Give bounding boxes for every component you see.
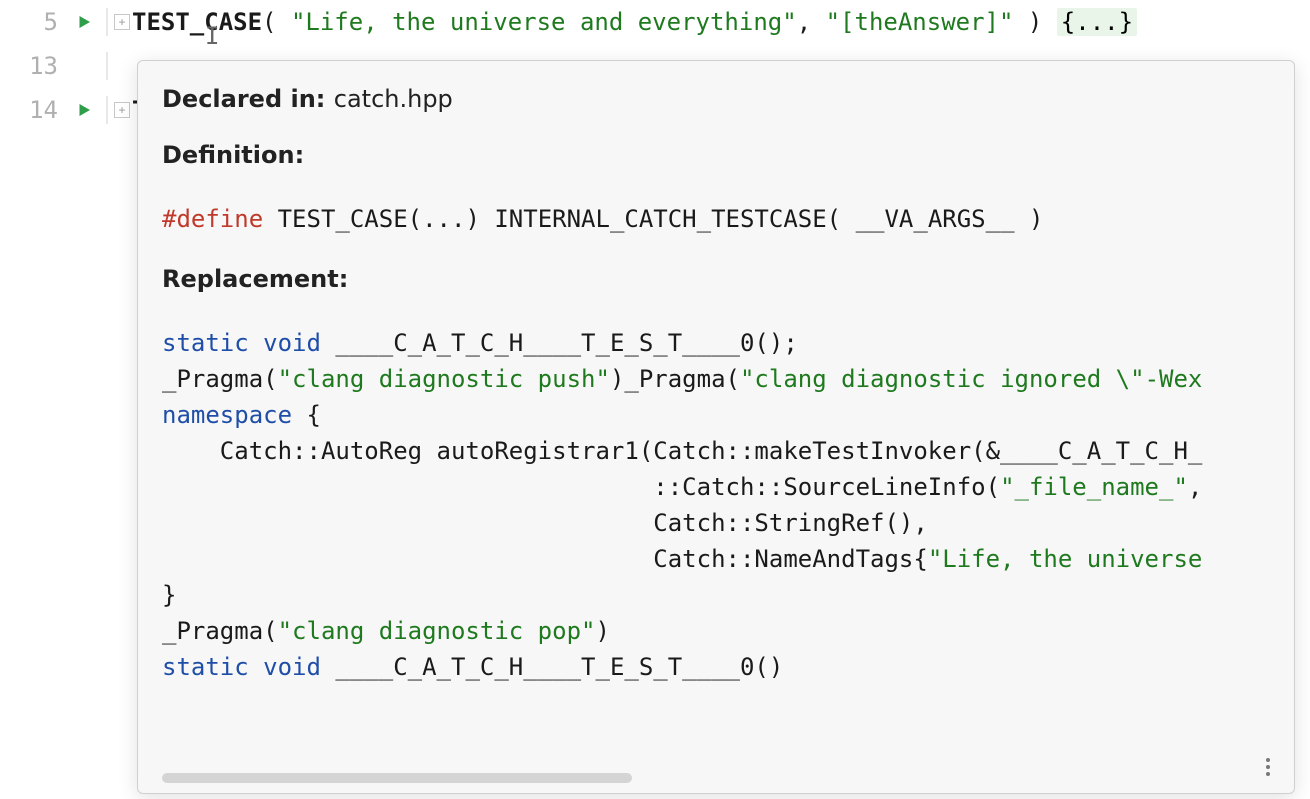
token-plain: ____C_A_T_C_H____T_E_S_T____0()	[321, 653, 783, 681]
token-brace: {...}	[1057, 8, 1137, 36]
line-number: 14	[18, 96, 58, 124]
token-plain: )	[1013, 8, 1056, 36]
quick-doc-tooltip: Declared in: catch.hpp Definition: #defi…	[137, 60, 1295, 794]
token-type: namespace	[162, 401, 292, 429]
token-plain: _Pragma(	[162, 365, 278, 393]
replacement-label: Replacement:	[162, 265, 348, 293]
code-row: Catch::AutoReg autoRegistrar1(Catch::mak…	[162, 433, 1270, 469]
code-row: static void ____C_A_T_C_H____T_E_S_T____…	[162, 325, 1270, 361]
line-number: 13	[18, 52, 58, 80]
token-plain: ,	[797, 8, 826, 36]
token-string: "[theAnswer]"	[826, 8, 1014, 36]
code-row: Catch::StringRef(),	[162, 505, 1270, 541]
run-icon[interactable]	[66, 101, 102, 119]
token-str: "clang diagnostic push"	[278, 365, 610, 393]
token-plain: }	[162, 581, 176, 609]
token-type: static void	[162, 653, 321, 681]
token-plain: ::Catch::SourceLineInfo(	[162, 473, 1000, 501]
token-pre: #define	[162, 205, 263, 233]
fold-expand-icon[interactable]: +	[114, 102, 130, 118]
gutter: 5	[0, 8, 108, 36]
run-icon[interactable]	[66, 13, 102, 31]
code-content[interactable]: +TEST_CASE( "Life, the universe and ever…	[108, 8, 1137, 36]
definition-label: Definition:	[162, 141, 304, 169]
token-plain: )	[595, 617, 609, 645]
token-type: static void	[162, 329, 321, 357]
code-row: ::Catch::SourceLineInfo("_file_name_",	[162, 469, 1270, 505]
token-plain: )_Pragma(	[610, 365, 740, 393]
token-plain: ,	[1188, 473, 1202, 501]
token-str: "_file_name_"	[1000, 473, 1188, 501]
token-plain: Catch::NameAndTags{	[162, 545, 928, 573]
fold-expand-icon[interactable]: +	[114, 14, 130, 30]
token-plain: {	[292, 401, 321, 429]
code-row: _Pragma("clang diagnostic pop")	[162, 613, 1270, 649]
code-row: Catch::NameAndTags{"Life, the universe	[162, 541, 1270, 577]
token-plain: (	[262, 8, 291, 36]
code-line[interactable]: 5 +TEST_CASE( "Life, the universe and eve…	[0, 0, 1310, 44]
code-editor[interactable]: 5+TEST_CASE( "Life, the universe and eve…	[0, 0, 1310, 799]
token-plain: Catch::StringRef(),	[162, 509, 928, 537]
token-plain: _Pragma(	[162, 617, 278, 645]
token-macro: TEST_CASE	[132, 8, 262, 36]
horizontal-scrollbar[interactable]	[162, 773, 632, 783]
token-str: "clang diagnostic pop"	[278, 617, 596, 645]
token-plain: TEST_CASE(...) INTERNAL_CATCH_TESTCASE( …	[263, 205, 1043, 233]
replacement-code: static void ____C_A_T_C_H____T_E_S_T____…	[162, 325, 1270, 685]
code-row: }	[162, 577, 1270, 613]
code-row: _Pragma("clang diagnostic push")_Pragma(…	[162, 361, 1270, 397]
more-menu-icon[interactable]	[1256, 755, 1280, 779]
gutter: 13	[0, 52, 108, 80]
token-string: "Life, the universe and everything"	[291, 8, 797, 36]
code-row: namespace {	[162, 397, 1270, 433]
definition-code: #define TEST_CASE(...) INTERNAL_CATCH_TE…	[162, 201, 1270, 237]
line-number: 5	[18, 8, 58, 36]
token-str: "Life, the universe	[928, 545, 1203, 573]
token-plain: ____C_A_T_C_H____T_E_S_T____0();	[321, 329, 798, 357]
token-str: "clang diagnostic ignored \"-Wex	[740, 365, 1202, 393]
declared-in-label: Declared in:	[162, 85, 334, 113]
gutter: 14	[0, 96, 108, 124]
token-plain: Catch::AutoReg autoRegistrar1(Catch::mak…	[162, 437, 1202, 465]
declared-in-value: catch.hpp	[334, 85, 453, 113]
code-row: static void ____C_A_T_C_H____T_E_S_T____…	[162, 649, 1270, 685]
